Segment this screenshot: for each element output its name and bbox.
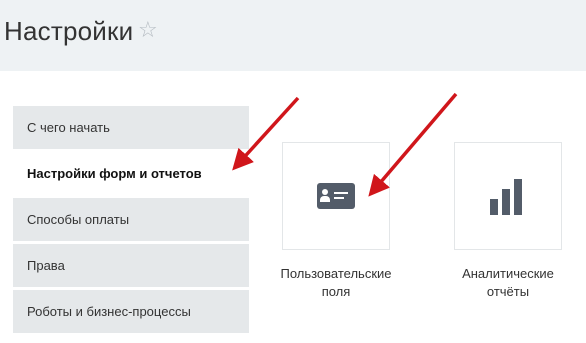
- tile-label-line: поля: [321, 284, 351, 299]
- custom-fields-label[interactable]: Пользовательские поля: [256, 265, 416, 301]
- menu-item-label: Способы оплаты: [27, 212, 130, 227]
- tile-label-line: Пользовательские: [280, 266, 392, 281]
- menu-item-permissions[interactable]: Права: [13, 244, 249, 287]
- tile-label-line: отчёты: [486, 284, 530, 299]
- bar-chart-icon: [490, 179, 526, 215]
- menu-item-forms-reports-settings[interactable]: Настройки форм и отчетов: [13, 152, 249, 195]
- menu-item-label: Роботы и бизнес-процессы: [27, 304, 191, 319]
- page-header: Настройки ☆: [0, 0, 586, 71]
- menu-item-getting-started[interactable]: С чего начать: [13, 106, 249, 149]
- settings-menu: С чего начать Настройки форм и отчетов С…: [13, 106, 249, 336]
- analytics-reports-label[interactable]: Аналитические отчёты: [428, 265, 586, 301]
- page-title: Настройки: [4, 16, 134, 46]
- menu-item-label: Права: [27, 258, 65, 273]
- menu-item-payment-methods[interactable]: Способы оплаты: [13, 198, 249, 241]
- custom-fields-tile[interactable]: [282, 142, 390, 250]
- favorite-star-icon[interactable]: ☆: [138, 19, 158, 41]
- contact-card-icon: [317, 183, 355, 209]
- menu-item-label: Настройки форм и отчетов: [27, 166, 202, 181]
- tile-label-line: Аналитические: [462, 266, 554, 281]
- menu-item-label: С чего начать: [27, 120, 110, 135]
- menu-item-robots-business-processes[interactable]: Роботы и бизнес-процессы: [13, 290, 249, 333]
- analytics-reports-tile[interactable]: [454, 142, 562, 250]
